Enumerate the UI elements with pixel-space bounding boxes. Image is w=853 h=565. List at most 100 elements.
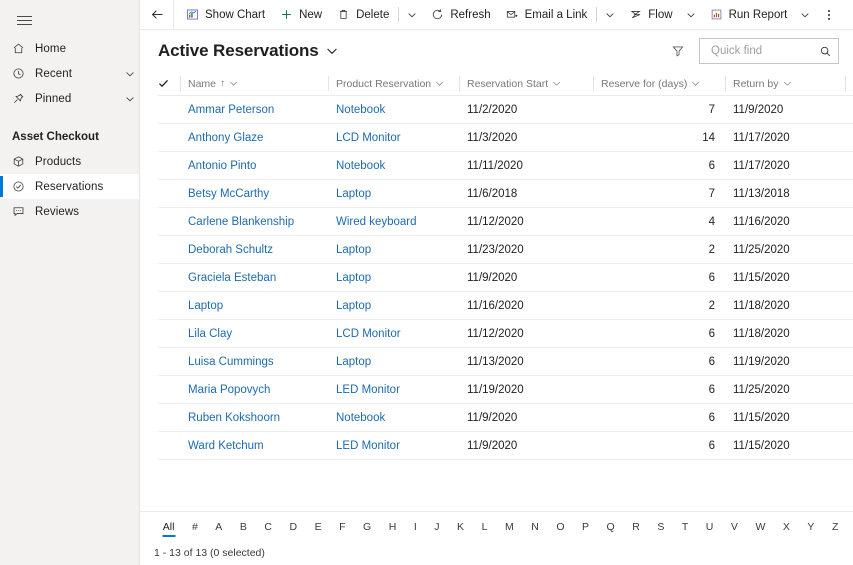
alpha-filter-l[interactable]: L <box>473 516 496 538</box>
chevron-down-icon[interactable] <box>121 94 139 104</box>
refresh-button[interactable]: Refresh <box>423 0 497 30</box>
delete-overflow-chevron-down-icon[interactable] <box>401 0 423 30</box>
column-header-product-reservation[interactable]: Product Reservation <box>328 76 459 91</box>
alpha-filter-m[interactable]: M <box>496 516 522 538</box>
run-report-chevron-down-icon[interactable] <box>794 0 816 30</box>
table-row[interactable]: Ruben Kokshoorn Notebook 11/9/2020 6 11/15/2… <box>158 404 853 432</box>
alpha-filter-j[interactable]: J <box>426 516 449 538</box>
cell-product-reservation[interactable]: Laptop <box>328 272 459 284</box>
alpha-filter-d[interactable]: D <box>281 516 306 538</box>
run-report-button[interactable]: Run Report <box>702 0 795 30</box>
view-selector-chevron-down-icon[interactable] <box>326 45 338 57</box>
table-row[interactable]: Maria Popovych LED Monitor 11/19/2020 6 11/2… <box>158 376 853 404</box>
chevron-down-icon[interactable] <box>435 79 444 88</box>
cell-name[interactable]: Maria Popovych <box>180 384 328 396</box>
alpha-filter-r[interactable]: R <box>623 516 648 538</box>
cell-name[interactable]: Luisa Cummings <box>180 356 328 368</box>
sidebar-item-recent[interactable]: Recent <box>0 61 139 86</box>
cell-name[interactable]: Betsy McCarthy <box>180 188 328 200</box>
alpha-filter-b[interactable]: B <box>231 516 256 538</box>
cell-product-reservation[interactable]: Notebook <box>328 104 459 116</box>
alpha-filter-x[interactable]: X <box>774 516 799 538</box>
chevron-down-icon[interactable] <box>783 79 792 88</box>
alpha-filter-o[interactable]: O <box>548 516 574 538</box>
email-a-link-button[interactable]: Email a Link <box>498 0 595 30</box>
alpha-filter-y[interactable]: Y <box>799 516 824 538</box>
alpha-filter-q[interactable]: Q <box>598 516 624 538</box>
cell-product-reservation[interactable]: LCD Monitor <box>328 132 459 144</box>
alpha-filter-s[interactable]: S <box>649 516 674 538</box>
alpha-filter-h[interactable]: H <box>380 516 405 538</box>
table-row[interactable]: Ammar Peterson Notebook 11/2/2020 7 11/9/202… <box>158 96 853 124</box>
column-header-name[interactable]: Name ↑ <box>180 76 328 91</box>
column-header-reserve-for-days[interactable]: Reserve for (days) <box>593 76 725 91</box>
table-row[interactable]: Betsy McCarthy Laptop 11/6/2018 7 11/13/2018 <box>158 180 853 208</box>
table-row[interactable]: Luisa Cummings Laptop 11/13/2020 6 11/19/202… <box>158 348 853 376</box>
cell-name[interactable]: Antonio Pinto <box>180 160 328 172</box>
cell-name[interactable]: Deborah Schultz <box>180 244 328 256</box>
cell-name[interactable]: Ruben Kokshoorn <box>180 412 328 424</box>
new-button[interactable]: New <box>272 0 329 30</box>
flow-chevron-down-icon[interactable] <box>680 0 702 30</box>
alpha-filter-hash[interactable]: # <box>183 516 206 538</box>
alpha-filter-i[interactable]: I <box>405 516 425 538</box>
table-row[interactable]: Deborah Schultz Laptop 11/23/2020 2 11/25/20… <box>158 236 853 264</box>
cell-name[interactable]: Anthony Glaze <box>180 132 328 144</box>
alpha-filter-e[interactable]: E <box>306 516 331 538</box>
chevron-down-icon[interactable] <box>229 79 238 88</box>
cell-name[interactable]: Ammar Peterson <box>180 104 328 116</box>
alpha-filter-a[interactable]: A <box>207 516 232 538</box>
cell-name[interactable]: Lila Clay <box>180 328 328 340</box>
cell-product-reservation[interactable]: Wired keyboard <box>328 216 459 228</box>
search-icon[interactable] <box>819 45 832 58</box>
cell-product-reservation[interactable]: Notebook <box>328 412 459 424</box>
email-overflow-chevron-down-icon[interactable] <box>599 0 621 30</box>
back-arrow-icon[interactable] <box>142 0 174 30</box>
sidebar-item-home[interactable]: Home <box>0 36 139 61</box>
alpha-filter-t[interactable]: T <box>673 516 697 538</box>
sidebar-item-products[interactable]: Products <box>0 149 139 174</box>
table-row[interactable]: Lila Clay LCD Monitor 11/12/2020 6 11/18/202… <box>158 320 853 348</box>
cell-product-reservation[interactable]: Laptop <box>328 188 459 200</box>
delete-button[interactable]: Delete <box>329 0 396 30</box>
alpha-filter-v[interactable]: V <box>722 516 747 538</box>
filter-icon[interactable] <box>665 38 691 64</box>
cell-product-reservation[interactable]: Laptop <box>328 356 459 368</box>
alpha-filter-n[interactable]: N <box>522 516 547 538</box>
cell-product-reservation[interactable]: Notebook <box>328 160 459 172</box>
flow-button[interactable]: Flow <box>621 0 679 30</box>
column-header-return-by[interactable]: Return by <box>725 76 845 91</box>
alpha-filter-z[interactable]: Z <box>823 516 847 538</box>
table-row[interactable]: Laptop Laptop 11/16/2020 2 11/18/2020 <box>158 292 853 320</box>
more-vertical-icon[interactable] <box>816 0 842 30</box>
alpha-filter-p[interactable]: P <box>573 516 598 538</box>
column-header-reservation-start[interactable]: Reservation Start <box>459 76 593 91</box>
hamburger-icon[interactable] <box>4 4 44 36</box>
alpha-filter-k[interactable]: K <box>448 516 473 538</box>
search-input[interactable] <box>709 44 819 58</box>
sidebar-item-reviews[interactable]: Reviews <box>0 199 139 224</box>
cell-product-reservation[interactable]: LED Monitor <box>328 384 459 396</box>
cell-product-reservation[interactable]: Laptop <box>328 300 459 312</box>
cell-product-reservation[interactable]: LCD Monitor <box>328 328 459 340</box>
chevron-down-icon[interactable] <box>121 69 139 79</box>
alpha-filter-w[interactable]: W <box>747 516 774 538</box>
table-row[interactable]: Carlene Blankenship Wired keyboard 11/12/2… <box>158 208 853 236</box>
chevron-down-icon[interactable] <box>552 79 561 88</box>
table-row[interactable]: Graciela Esteban Laptop 11/9/2020 6 11/15/20… <box>158 264 853 292</box>
cell-product-reservation[interactable]: Laptop <box>328 244 459 256</box>
cell-name[interactable]: Graciela Esteban <box>180 272 328 284</box>
alpha-filter-f[interactable]: F <box>330 516 354 538</box>
show-chart-button[interactable]: Show Chart <box>178 0 272 30</box>
search-box[interactable] <box>699 38 839 64</box>
sidebar-item-pinned[interactable]: Pinned <box>0 86 139 111</box>
table-row[interactable]: Ward Ketchum LED Monitor 11/9/2020 6 11/15/2… <box>158 432 853 460</box>
sidebar-item-reservations[interactable]: Reservations <box>0 174 139 199</box>
chevron-down-icon[interactable] <box>691 79 700 88</box>
table-row[interactable]: Antonio Pinto Notebook 11/11/2020 6 11/17/20… <box>158 152 853 180</box>
cell-name[interactable]: Ward Ketchum <box>180 440 328 452</box>
table-row[interactable]: Anthony Glaze LCD Monitor 11/3/2020 14 11/17… <box>158 124 853 152</box>
cell-product-reservation[interactable]: LED Monitor <box>328 440 459 452</box>
alpha-filter-all[interactable]: All <box>154 516 183 538</box>
select-all-checkmark-icon[interactable] <box>158 78 180 89</box>
